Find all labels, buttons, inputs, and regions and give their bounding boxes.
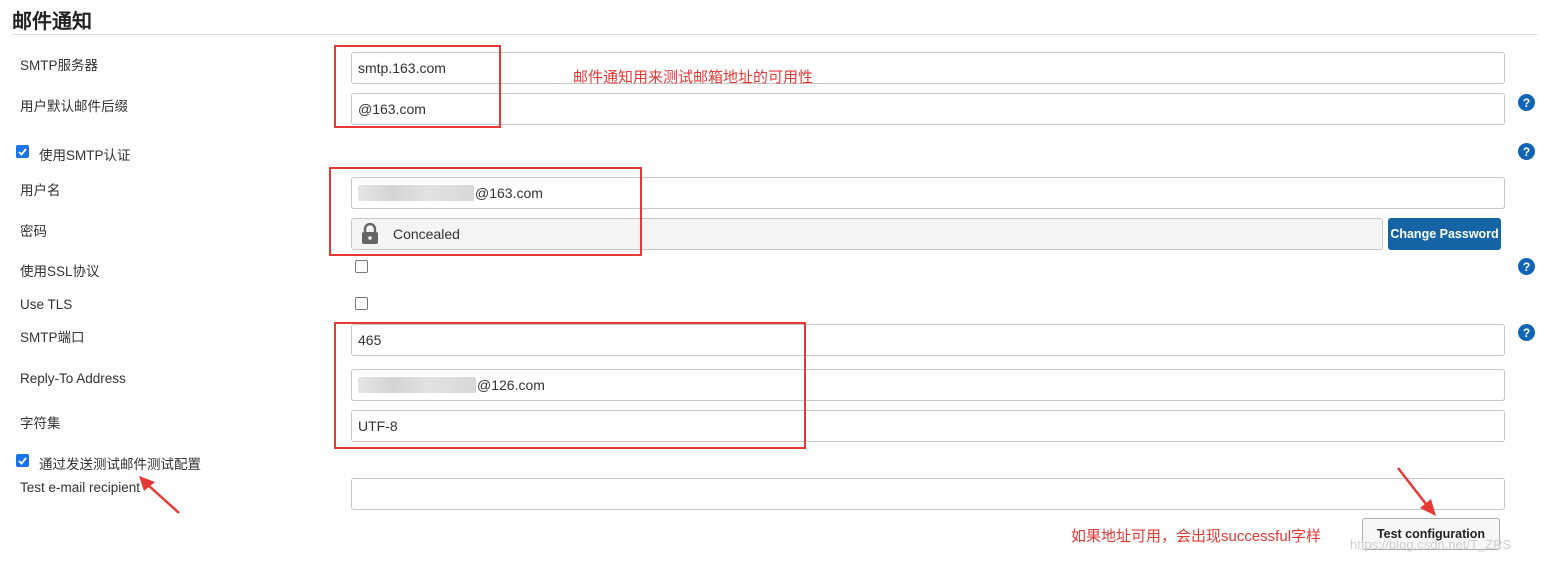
- test-mail-checkbox[interactable]: [16, 454, 29, 467]
- reply-to-label: Reply-To Address: [20, 371, 126, 386]
- use-smtp-auth-label: 使用SMTP认证: [39, 148, 131, 163]
- annotation-top: 邮件通知用来测试邮箱地址的可用性: [573, 69, 814, 86]
- charset-label: 字符集: [20, 416, 61, 431]
- checkmark-icon: [18, 147, 27, 156]
- section-title: 邮件通知: [12, 11, 92, 33]
- password-label: 密码: [20, 224, 47, 239]
- use-ssl-checkbox[interactable]: [355, 260, 368, 273]
- default-suffix-input[interactable]: @163.com: [351, 93, 1505, 125]
- use-tls-checkbox[interactable]: [355, 297, 368, 310]
- annotation-bottom: 如果地址可用，会出现successful字样: [1071, 528, 1322, 545]
- help-icon-smtp-port[interactable]: ?: [1518, 324, 1535, 341]
- section-divider: [12, 34, 1538, 35]
- checkmark-icon: [18, 456, 27, 465]
- use-ssl-label: 使用SSL协议: [20, 264, 100, 279]
- highlight-box-server: [334, 45, 501, 128]
- use-smtp-auth-checkbox[interactable]: [16, 145, 29, 158]
- highlight-box-port: [334, 322, 806, 449]
- username-label: 用户名: [20, 183, 61, 198]
- help-icon-smtp-auth[interactable]: ?: [1518, 143, 1535, 160]
- test-recipient-label: Test e-mail recipient: [20, 480, 141, 495]
- arrow-annotation-icon: [1397, 467, 1436, 516]
- help-icon-default-suffix[interactable]: ?: [1518, 94, 1535, 111]
- default-suffix-label: 用户默认邮件后缀: [20, 99, 128, 114]
- highlight-box-credentials: [329, 167, 642, 256]
- smtp-server-label: SMTP服务器: [20, 58, 99, 73]
- change-password-button[interactable]: Change Password: [1388, 218, 1501, 250]
- test-recipient-input[interactable]: [351, 478, 1505, 510]
- watermark: https://blog.csdn.net/T_ZRS: [1350, 537, 1512, 552]
- smtp-server-input[interactable]: smtp.163.com: [351, 52, 1505, 84]
- use-tls-label: Use TLS: [20, 297, 73, 312]
- arrow-annotation-icon: [139, 476, 180, 514]
- smtp-port-label: SMTP端口: [20, 330, 85, 345]
- help-icon-ssl[interactable]: ?: [1518, 258, 1535, 275]
